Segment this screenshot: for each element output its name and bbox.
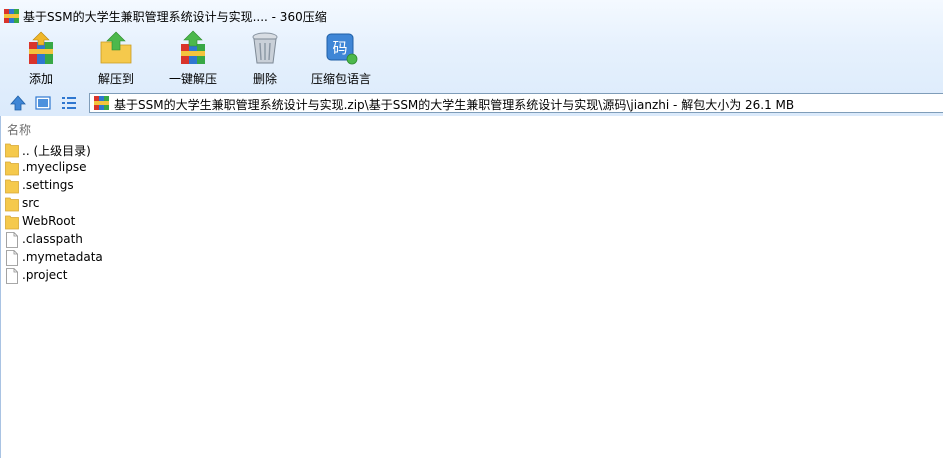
list-item[interactable]: src <box>5 195 305 213</box>
window-chrome: 基于SSM的大学生兼职管理系统设计与实现.... - 360压缩 添加 解压到 <box>0 0 943 116</box>
list-item[interactable]: .myeclipse <box>5 159 305 177</box>
one-click-extract-button[interactable]: 一键解压 <box>163 30 223 88</box>
item-name: .project <box>22 268 68 282</box>
file-list: 名称 .. (上级目录) .myeclipse .settings src We… <box>0 116 943 458</box>
one-click-extract-icon <box>181 30 205 64</box>
extract-to-icon <box>100 31 132 64</box>
item-name: .myeclipse <box>22 160 87 174</box>
name-column-header[interactable]: 名称 <box>7 121 31 138</box>
add-button[interactable]: 添加 <box>14 30 68 88</box>
folder-icon <box>5 161 19 176</box>
app-logo-icon <box>4 9 19 23</box>
archive-language-button[interactable]: 码 压缩包语言 <box>306 30 376 88</box>
archive-language-button-label: 压缩包语言 <box>310 72 371 86</box>
list-item[interactable]: WebRoot <box>5 213 305 231</box>
folder-icon <box>5 179 19 194</box>
thumbnail-view-icon[interactable] <box>34 94 52 112</box>
list-view-icon[interactable] <box>60 94 78 112</box>
title-bar[interactable]: 基于SSM的大学生兼职管理系统设计与实现.... - 360压缩 <box>0 0 943 30</box>
item-name: .settings <box>22 178 74 192</box>
archive-language-icon: 码 <box>326 33 358 65</box>
item-name: src <box>22 196 40 210</box>
list-item-parent-directory[interactable]: .. (上级目录) <box>5 141 305 159</box>
folder-icon <box>5 197 19 212</box>
extract-to-button[interactable]: 解压到 <box>88 30 144 88</box>
extract-to-button-label: 解压到 <box>97 72 134 86</box>
archive-icon <box>94 96 109 110</box>
item-name: WebRoot <box>22 214 76 228</box>
path-text: 基于SSM的大学生兼职管理系统设计与实现.zip\基于SSM的大学生兼职管理系统… <box>114 98 795 112</box>
list-item[interactable]: .project <box>5 267 305 285</box>
window-title: 基于SSM的大学生兼职管理系统设计与实现.... - 360压缩 <box>23 10 327 24</box>
file-icon <box>6 250 18 266</box>
up-arrow-icon[interactable] <box>9 94 27 112</box>
toolbar: 添加 解压到 一键解压 删除 码 压缩包语言 <box>0 30 943 90</box>
file-icon <box>6 232 18 248</box>
folder-icon <box>5 143 19 158</box>
list-item[interactable]: .classpath <box>5 231 305 249</box>
one-click-extract-button-label: 一键解压 <box>168 72 217 86</box>
delete-trash-icon <box>252 32 278 64</box>
file-icon <box>6 268 18 284</box>
item-name: .. (上级目录) <box>22 144 91 158</box>
address-bar: 基于SSM的大学生兼职管理系统设计与实现.zip\基于SSM的大学生兼职管理系统… <box>0 90 943 116</box>
add-archive-icon <box>29 31 53 64</box>
item-name: .mymetadata <box>22 250 103 264</box>
path-input[interactable]: 基于SSM的大学生兼职管理系统设计与实现.zip\基于SSM的大学生兼职管理系统… <box>89 93 943 113</box>
list-item[interactable]: .settings <box>5 177 305 195</box>
folder-icon <box>5 215 19 230</box>
item-name: .classpath <box>22 232 83 246</box>
add-button-label: 添加 <box>28 72 53 86</box>
svg-text:码: 码 <box>332 39 347 57</box>
delete-button[interactable]: 删除 <box>240 30 290 88</box>
list-item[interactable]: .mymetadata <box>5 249 305 267</box>
delete-button-label: 删除 <box>252 72 277 86</box>
